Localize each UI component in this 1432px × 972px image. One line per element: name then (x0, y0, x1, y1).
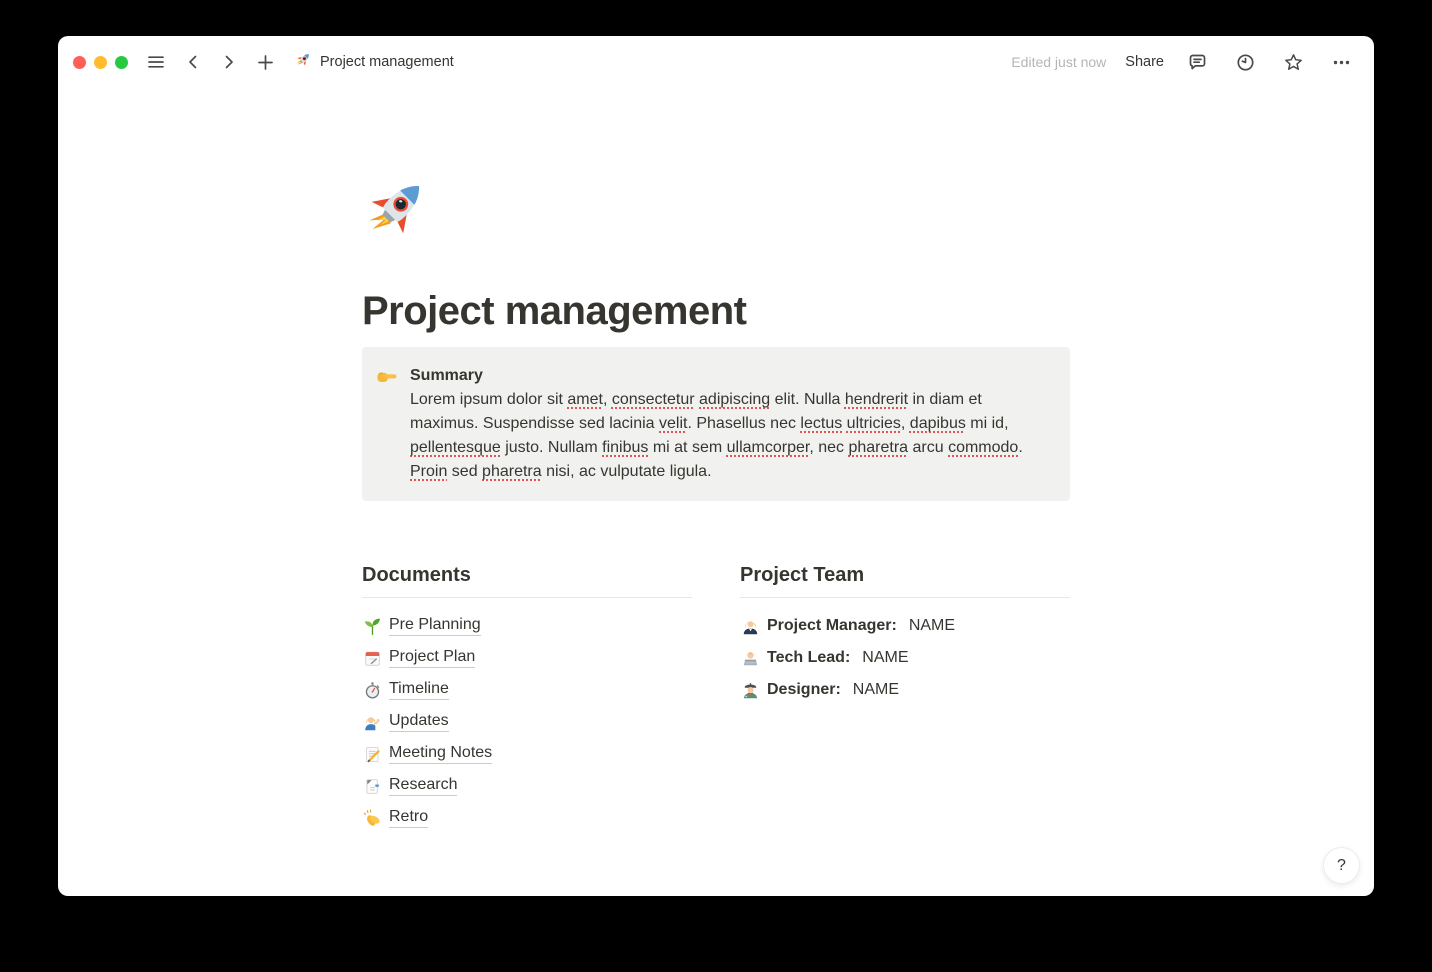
bookmark-tabs-emoji (362, 777, 382, 796)
titlebar: Project management Edited just now Share (58, 36, 1374, 88)
breadcrumb[interactable]: Project management (295, 51, 454, 73)
team-member-name: NAME (909, 617, 955, 635)
pointing-right-emoji (376, 364, 400, 484)
person-tipping-hand-emoji (362, 713, 382, 732)
favorite-button[interactable] (1279, 48, 1308, 77)
doc-link-label: Timeline (389, 680, 449, 700)
team-member-name: NAME (853, 681, 899, 699)
stopwatch-emoji (362, 681, 382, 700)
clapping-hands-emoji (362, 809, 382, 828)
page-scroll-area[interactable]: Project management Summary Lorem ipsum d… (58, 88, 1374, 896)
doc-link-project-plan[interactable]: Project Plan (362, 642, 692, 674)
summary-callout: Summary Lorem ipsum dolor sit amet, cons… (362, 347, 1070, 501)
doc-link-label: Project Plan (389, 648, 475, 668)
comments-button[interactable] (1183, 48, 1212, 77)
new-page-button[interactable] (252, 49, 279, 76)
team-member-name: NAME (862, 649, 908, 667)
doc-link-label: Pre Planning (389, 616, 481, 636)
minimize-window-button[interactable] (94, 56, 107, 69)
rocket-icon (295, 51, 312, 73)
seedling-emoji (362, 617, 382, 636)
team-member-role: Designer: (767, 681, 841, 699)
callout-body: Lorem ipsum dolor sit amet, consectetur … (410, 388, 1054, 484)
star-icon (1283, 52, 1304, 73)
doc-link-label: Meeting Notes (389, 744, 492, 764)
page-title: Project management (362, 289, 1070, 334)
close-window-button[interactable] (73, 56, 86, 69)
history-clock-icon (1235, 52, 1256, 73)
zoom-window-button[interactable] (115, 56, 128, 69)
chevron-left-icon (184, 53, 202, 71)
ellipsis-icon (1331, 52, 1352, 73)
comment-icon (1187, 52, 1208, 73)
back-button[interactable] (180, 49, 206, 75)
team-member-role: Tech Lead: (767, 649, 850, 667)
app-window: Project management Edited just now Share (58, 36, 1374, 896)
chevron-right-icon (220, 53, 238, 71)
calendar-emoji (362, 649, 382, 668)
artist-emoji (740, 681, 760, 700)
project-team-heading: Project Team (740, 564, 1070, 597)
sidebar-toggle-button[interactable] (142, 48, 170, 76)
woman-office-worker-emoji (740, 617, 760, 636)
edited-timestamp: Edited just now (1011, 54, 1106, 70)
doc-link-label: Retro (389, 808, 428, 828)
help-button[interactable]: ? (1323, 847, 1360, 884)
more-options-button[interactable] (1327, 48, 1356, 77)
divider (362, 597, 692, 598)
hamburger-icon (146, 52, 166, 72)
doc-link-timeline[interactable]: Timeline (362, 674, 692, 706)
forward-button[interactable] (216, 49, 242, 75)
traffic-lights (73, 56, 128, 69)
technologist-emoji (740, 649, 760, 668)
documents-heading: Documents (362, 564, 692, 597)
team-member-project-manager: Project Manager: NAME (740, 610, 1070, 642)
page-icon-rocket-emoji[interactable] (362, 173, 432, 243)
doc-link-research[interactable]: Research (362, 770, 692, 802)
callout-heading: Summary (410, 364, 1054, 388)
share-button[interactable]: Share (1125, 54, 1164, 70)
project-team-column: Project Team Project Manager: NAME Tech L… (740, 564, 1070, 834)
history-button[interactable] (1231, 48, 1260, 77)
memo-emoji (362, 745, 382, 764)
doc-link-pre-planning[interactable]: Pre Planning (362, 610, 692, 642)
doc-link-label: Research (389, 776, 457, 796)
doc-link-meeting-notes[interactable]: Meeting Notes (362, 738, 692, 770)
documents-column: Documents Pre Planning Project Plan Time… (362, 564, 692, 834)
team-member-designer: Designer: NAME (740, 674, 1070, 706)
doc-link-label: Updates (389, 712, 449, 732)
team-member-tech-lead: Tech Lead: NAME (740, 642, 1070, 674)
doc-link-updates[interactable]: Updates (362, 706, 692, 738)
divider (740, 597, 1070, 598)
plus-icon (256, 53, 275, 72)
doc-link-retro[interactable]: Retro (362, 802, 692, 834)
team-member-role: Project Manager: (767, 617, 897, 635)
breadcrumb-title: Project management (320, 54, 454, 70)
